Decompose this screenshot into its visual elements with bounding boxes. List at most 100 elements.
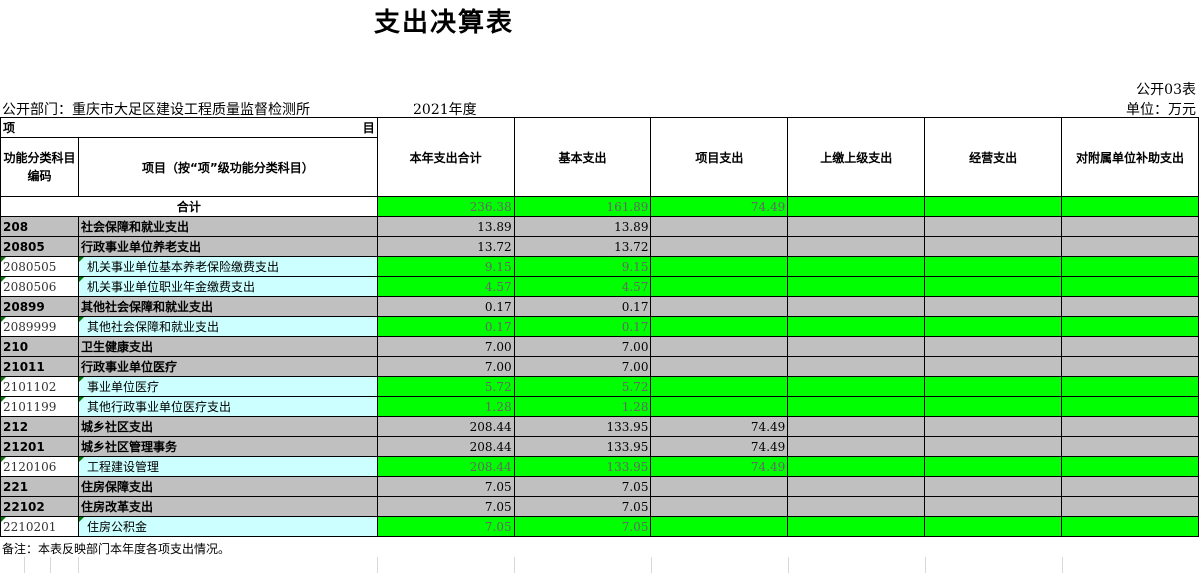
row-code: 2210201: [0, 516, 79, 537]
row-value: 208.44: [376, 416, 515, 437]
row-value: [924, 376, 1062, 397]
row-value: 7.00: [376, 356, 515, 377]
row-value: [787, 256, 926, 277]
row-code: 208: [0, 216, 79, 237]
row-value: [787, 276, 926, 297]
header-col-basic: 基本支出: [513, 117, 652, 197]
row-code: 221: [0, 476, 79, 497]
table-row: 208 社会保障和就业支出 13.89 13.89: [0, 216, 1199, 237]
row-value: [924, 516, 1062, 537]
row-value: 7.05: [513, 516, 652, 537]
row-name: 卫生健康支出: [77, 336, 378, 357]
row-name: 社会保障和就业支出: [77, 216, 378, 237]
table-row: 2080506 机关事业单位职业年金缴费支出 4.57 4.57: [0, 276, 1199, 297]
row-value: [650, 496, 789, 517]
row-value: [650, 236, 789, 257]
row-value: 4.57: [376, 276, 515, 297]
row-value: [787, 396, 926, 417]
row-value: [650, 256, 789, 277]
row-value: 13.72: [513, 236, 652, 257]
row-value: [650, 316, 789, 337]
row-value: [787, 376, 926, 397]
row-value: [787, 216, 926, 237]
row-value: [787, 236, 926, 257]
row-value: [1060, 216, 1199, 237]
row-code: 212: [0, 416, 79, 437]
row-value: 7.00: [513, 336, 652, 357]
row-value: [650, 356, 789, 377]
row-value: 5.72: [376, 376, 515, 397]
row-value: [924, 276, 1062, 297]
row-value: 1.28: [513, 396, 652, 417]
total-value: 236.38: [376, 196, 515, 217]
footnote: 备注：本表反映部门本年度各项支出情况。: [2, 542, 231, 556]
row-value: [1060, 316, 1199, 337]
row-name: 住房公积金: [77, 516, 378, 537]
total-value: 161.89: [513, 196, 652, 217]
row-value: [650, 276, 789, 297]
row-value: 7.05: [376, 476, 515, 497]
row-value: 7.05: [376, 516, 515, 537]
row-value: [1060, 436, 1199, 457]
row-code: 210: [0, 336, 79, 357]
row-value: [787, 516, 926, 537]
row-value: 7.05: [513, 496, 652, 517]
row-value: 9.15: [376, 256, 515, 277]
row-code: 2101199: [0, 396, 79, 417]
row-value: 74.49: [650, 416, 789, 437]
row-code: 2089999: [0, 316, 79, 337]
table-row: 221 住房保障支出 7.05 7.05: [0, 476, 1199, 497]
table-row: 2089999 其他社会保障和就业支出 0.17 0.17: [0, 316, 1199, 337]
row-value: [924, 496, 1062, 517]
table-row: 22102 住房改革支出 7.05 7.05: [0, 496, 1199, 517]
row-value: 7.00: [376, 336, 515, 357]
row-name: 其他社会保障和就业支出: [77, 296, 378, 317]
row-value: [1060, 236, 1199, 257]
row-value: [650, 336, 789, 357]
row-value: [924, 316, 1062, 337]
total-value: [924, 196, 1062, 217]
row-value: [787, 356, 926, 377]
sheet-gridlines: [0, 557, 1199, 573]
row-value: [924, 256, 1062, 277]
row-value: [787, 496, 926, 517]
row-value: [787, 316, 926, 337]
row-value: [1060, 396, 1199, 417]
row-code: 2120106: [0, 456, 79, 477]
row-value: [1060, 516, 1199, 537]
table-row: 2101102 事业单位医疗 5.72 5.72: [0, 376, 1199, 397]
row-code: 2080505: [0, 256, 79, 277]
row-name: 其他行政事业单位医疗支出: [77, 396, 378, 417]
row-value: 4.57: [513, 276, 652, 297]
row-value: [1060, 276, 1199, 297]
row-value: [924, 436, 1062, 457]
total-label: 合计: [0, 196, 378, 217]
row-value: [924, 456, 1062, 477]
table-row: 21011 行政事业单位医疗 7.00 7.00: [0, 356, 1199, 377]
table-row: 2101199 其他行政事业单位医疗支出 1.28 1.28: [0, 396, 1199, 417]
table-row: 212 城乡社区支出 208.44 133.95 74.49: [0, 416, 1199, 437]
row-value: [1060, 336, 1199, 357]
row-value: [787, 476, 926, 497]
row-value: [650, 296, 789, 317]
row-value: [1060, 476, 1199, 497]
row-code: 2101102: [0, 376, 79, 397]
row-value: 0.17: [376, 296, 515, 317]
total-value: [1060, 196, 1199, 217]
row-value: 0.17: [376, 316, 515, 337]
row-value: 133.95: [513, 416, 652, 437]
row-value: 13.89: [376, 216, 515, 237]
row-name: 机关事业单位基本养老保险缴费支出: [77, 256, 378, 277]
row-value: [1060, 496, 1199, 517]
row-value: 7.00: [513, 356, 652, 377]
row-name: 行政事业单位养老支出: [77, 236, 378, 257]
page-title: 支出决算表: [374, 8, 515, 38]
row-value: [1060, 376, 1199, 397]
row-value: 5.72: [513, 376, 652, 397]
row-value: 0.17: [513, 296, 652, 317]
unit-label: 单位：万元: [1126, 102, 1196, 118]
row-value: [924, 236, 1062, 257]
table-row: 210 卫生健康支出 7.00 7.00: [0, 336, 1199, 357]
row-value: 13.72: [376, 236, 515, 257]
row-value: [650, 396, 789, 417]
